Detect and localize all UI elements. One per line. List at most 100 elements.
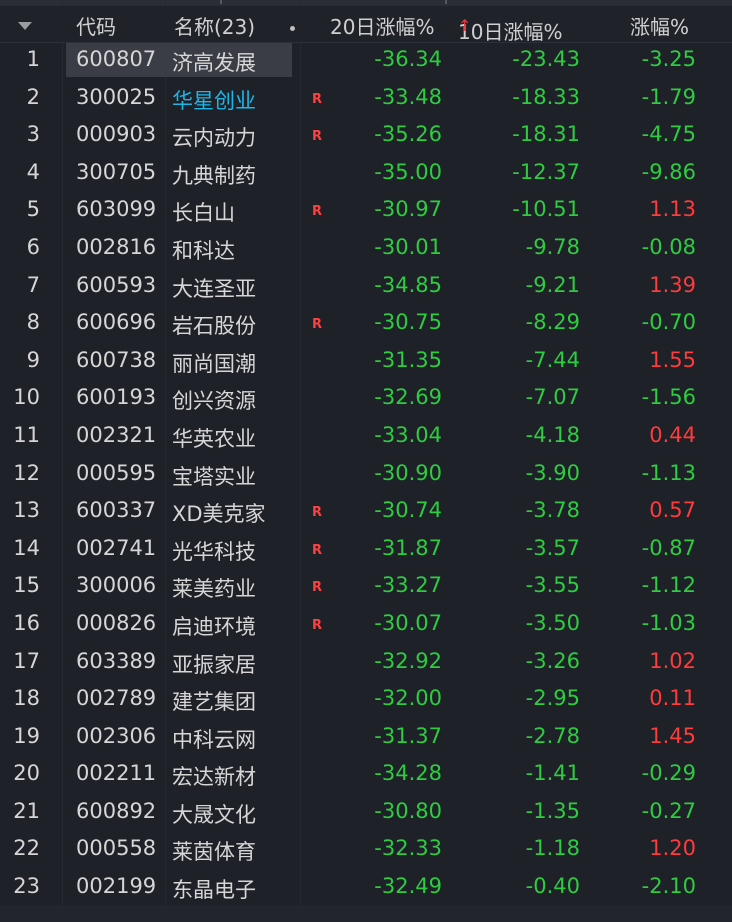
change-pct: -1.13 bbox=[641, 460, 696, 485]
table-row[interactable]: 2 300025 华星创业 R -33.48 -18.33 -1.79 bbox=[0, 79, 732, 117]
change-pct: -1.56 bbox=[641, 385, 696, 410]
stock-code: 002306 bbox=[76, 723, 157, 748]
row-index: 17 bbox=[13, 648, 40, 673]
table-row[interactable]: 4 300705 九典制药 -35.00 -12.37 -9.86 bbox=[0, 154, 732, 192]
change-10d: -9.21 bbox=[525, 272, 580, 297]
stock-name: 华星创业 bbox=[172, 88, 256, 113]
table-row[interactable]: 23 002199 东晶电子 -32.49 -0.40 -2.10 bbox=[0, 868, 732, 906]
change-pct: 1.13 bbox=[649, 197, 696, 222]
change-10d: -18.31 bbox=[512, 122, 580, 147]
change-20d: -30.90 bbox=[374, 460, 442, 485]
row-index: 12 bbox=[13, 460, 40, 485]
change-pct: -3.25 bbox=[641, 47, 696, 71]
change-20d: -30.74 bbox=[374, 498, 442, 523]
change-20d: -30.97 bbox=[374, 197, 442, 222]
row-index: 9 bbox=[26, 347, 40, 372]
table-row[interactable]: 11 002321 华英农业 -33.04 -4.18 0.44 bbox=[0, 417, 732, 455]
row-index: 7 bbox=[26, 272, 40, 297]
stock-code: 002789 bbox=[76, 686, 157, 711]
table-row[interactable]: 14 002741 光华科技 R -31.87 -3.57 -0.87 bbox=[0, 530, 732, 568]
row-index: 22 bbox=[13, 836, 40, 861]
table-row[interactable]: 12 000595 宝塔实业 -30.90 -3.90 -1.13 bbox=[0, 455, 732, 493]
change-10d: -7.44 bbox=[525, 347, 580, 372]
stock-name: 建艺集团 bbox=[172, 690, 256, 715]
table-row[interactable]: 1 600807 济高发展 -36.34 -23.43 -3.25 bbox=[0, 41, 732, 79]
stock-code: 600738 bbox=[76, 347, 157, 372]
stock-name: 宏达新材 bbox=[172, 765, 256, 790]
r-badge: R bbox=[312, 617, 323, 633]
stock-code: 600807 bbox=[76, 47, 157, 71]
table-header: 代码 名称(23) 20日涨幅% 10日涨幅% ↑ 涨幅% bbox=[0, 6, 732, 44]
dropdown-triangle-icon[interactable] bbox=[18, 22, 32, 30]
stock-code: 000903 bbox=[76, 122, 157, 147]
header-name[interactable]: 名称(23) bbox=[174, 11, 255, 40]
header-code[interactable]: 代码 bbox=[76, 11, 116, 40]
stock-name: 东晶电子 bbox=[172, 878, 256, 903]
table-row[interactable]: 21 600892 大晟文化 -30.80 -1.35 -0.27 bbox=[0, 793, 732, 831]
top-tick bbox=[220, 0, 222, 4]
change-10d: -7.07 bbox=[525, 385, 580, 410]
table-row[interactable]: 13 600337 XD美克家 R -30.74 -3.78 0.57 bbox=[0, 492, 732, 530]
stock-name: XD美克家 bbox=[172, 502, 266, 527]
change-20d: -32.69 bbox=[374, 385, 442, 410]
row-index: 11 bbox=[13, 422, 40, 447]
change-10d: -3.78 bbox=[525, 498, 580, 523]
table-row[interactable]: 19 002306 中科云网 -31.37 -2.78 1.45 bbox=[0, 718, 732, 756]
r-badge: R bbox=[312, 542, 323, 558]
row-index: 21 bbox=[13, 798, 40, 823]
change-pct: -9.86 bbox=[641, 159, 696, 184]
stock-name: 大连圣亚 bbox=[172, 276, 256, 301]
table-row[interactable]: 15 300006 莱美药业 R -33.27 -3.55 -1.12 bbox=[0, 567, 732, 605]
row-index: 5 bbox=[26, 197, 40, 222]
row-index: 3 bbox=[26, 122, 40, 147]
change-20d: -32.33 bbox=[374, 836, 442, 861]
change-pct: 1.39 bbox=[649, 272, 696, 297]
change-pct: -1.03 bbox=[641, 610, 696, 635]
header-change[interactable]: 涨幅% bbox=[630, 11, 689, 40]
change-pct: -1.79 bbox=[641, 84, 696, 109]
stock-name: 和科达 bbox=[172, 238, 235, 263]
stock-name: 光华科技 bbox=[172, 539, 256, 564]
table-row[interactable]: 9 600738 丽尚国潮 -31.35 -7.44 1.55 bbox=[0, 342, 732, 380]
change-20d: -31.87 bbox=[374, 535, 442, 560]
change-10d: -3.55 bbox=[525, 573, 580, 598]
stock-name: 宝塔实业 bbox=[172, 464, 256, 489]
header-20d-change[interactable]: 20日涨幅% bbox=[330, 11, 434, 40]
change-20d: -30.80 bbox=[374, 798, 442, 823]
table-row[interactable]: 5 603099 长白山 R -30.97 -10.51 1.13 bbox=[0, 191, 732, 229]
stock-name: 莱茵体育 bbox=[172, 840, 256, 865]
table-row[interactable]: 22 000558 莱茵体育 -32.33 -1.18 1.20 bbox=[0, 830, 732, 868]
row-index: 6 bbox=[26, 234, 40, 259]
r-badge: R bbox=[312, 129, 323, 145]
change-10d: -10.51 bbox=[512, 197, 580, 222]
table-row[interactable]: 20 002211 宏达新材 -34.28 -1.41 -0.29 bbox=[0, 755, 732, 793]
table-row[interactable]: 8 600696 岩石股份 R -30.75 -8.29 -0.70 bbox=[0, 304, 732, 342]
stock-table-body: 1 600807 济高发展 -36.34 -23.43 -3.25 2 300025 华星创业 R… bbox=[0, 41, 732, 906]
row-index: 16 bbox=[13, 610, 40, 635]
change-20d: -34.85 bbox=[374, 272, 442, 297]
change-pct: 0.11 bbox=[649, 686, 696, 711]
table-row[interactable]: 6 002816 和科达 -30.01 -9.78 -0.08 bbox=[0, 229, 732, 267]
table-row[interactable]: 17 603389 亚振家居 -32.92 -3.26 1.02 bbox=[0, 643, 732, 681]
change-pct: -0.08 bbox=[641, 234, 696, 259]
change-10d: -2.78 bbox=[525, 723, 580, 748]
table-row[interactable]: 7 600593 大连圣亚 -34.85 -9.21 1.39 bbox=[0, 267, 732, 305]
stock-code: 300705 bbox=[76, 159, 157, 184]
table-row[interactable]: 3 000903 云内动力 R -35.26 -18.31 -4.75 bbox=[0, 116, 732, 154]
table-row[interactable]: 16 000826 启迪环境 R -30.07 -3.50 -1.03 bbox=[0, 605, 732, 643]
change-10d: -12.37 bbox=[512, 159, 580, 184]
stock-code: 002321 bbox=[76, 422, 157, 447]
change-pct: -0.27 bbox=[641, 798, 696, 823]
change-10d: -1.35 bbox=[525, 798, 580, 823]
change-10d: -9.78 bbox=[525, 234, 580, 259]
row-index: 23 bbox=[13, 874, 40, 899]
table-row[interactable]: 18 002789 建艺集团 -32.00 -2.95 0.11 bbox=[0, 680, 732, 718]
change-10d: -23.43 bbox=[512, 47, 580, 71]
table-row[interactable]: 10 600193 创兴资源 -32.69 -7.07 -1.56 bbox=[0, 379, 732, 417]
row-index: 10 bbox=[13, 385, 40, 410]
stock-code: 000558 bbox=[76, 836, 157, 861]
change-20d: -30.75 bbox=[374, 310, 442, 335]
change-20d: -33.48 bbox=[374, 84, 442, 109]
change-20d: -34.28 bbox=[374, 761, 442, 786]
stock-name: 云内动力 bbox=[172, 126, 256, 151]
